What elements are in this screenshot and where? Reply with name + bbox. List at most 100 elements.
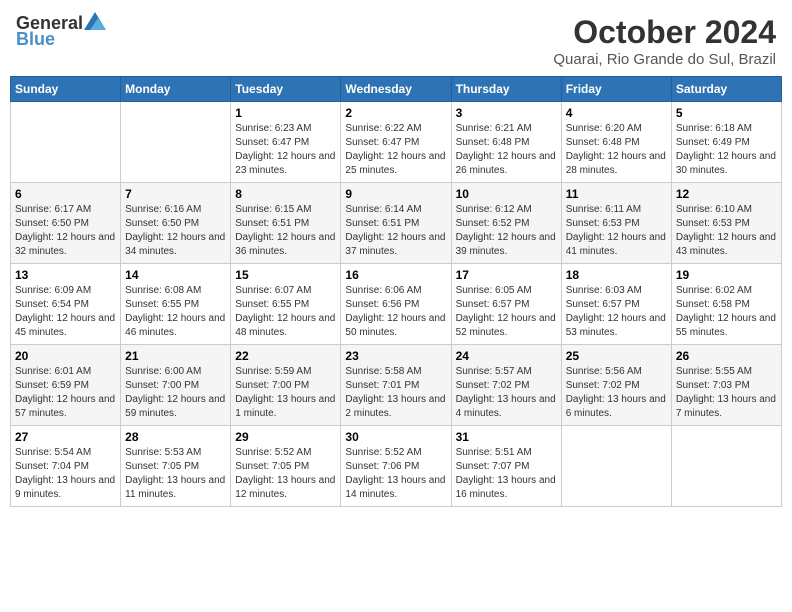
day-number: 13 (15, 268, 116, 282)
calendar-cell: 4Sunrise: 6:20 AMSunset: 6:48 PMDaylight… (561, 102, 671, 183)
cell-info: Daylight: 12 hours and 36 minutes. (235, 231, 336, 259)
cell-info: Sunrise: 6:00 AM (125, 365, 226, 379)
calendar-week-1: 1Sunrise: 6:23 AMSunset: 6:47 PMDaylight… (11, 102, 782, 183)
calendar-table: SundayMondayTuesdayWednesdayThursdayFrid… (10, 76, 782, 507)
cell-info: Sunset: 7:00 PM (125, 379, 226, 393)
cell-info: Daylight: 12 hours and 30 minutes. (676, 150, 777, 178)
calendar-cell: 27Sunrise: 5:54 AMSunset: 7:04 PMDayligh… (11, 426, 121, 507)
day-number: 26 (676, 349, 777, 363)
calendar-week-3: 13Sunrise: 6:09 AMSunset: 6:54 PMDayligh… (11, 264, 782, 345)
cell-info: Daylight: 13 hours and 1 minute. (235, 393, 336, 421)
day-number: 25 (566, 349, 667, 363)
cell-info: Daylight: 12 hours and 45 minutes. (15, 312, 116, 340)
page-header: General Blue October 2024 Quarai, Rio Gr… (10, 10, 782, 72)
cell-info: Sunset: 6:53 PM (676, 217, 777, 231)
cell-info: Sunrise: 6:23 AM (235, 122, 336, 136)
calendar-cell: 5 Sunrise: 6:18 AMSunset: 6:49 PMDaylight… (671, 102, 781, 183)
cell-info: Sunset: 6:49 PM (676, 136, 777, 150)
month-title: October 2024 (553, 14, 776, 51)
day-number: 20 (15, 349, 116, 363)
calendar-cell (561, 426, 671, 507)
header-saturday: Saturday (671, 77, 781, 102)
cell-info: Sunset: 6:57 PM (456, 298, 557, 312)
calendar-cell: 8Sunrise: 6:15 AMSunset: 6:51 PMDaylight… (231, 183, 341, 264)
cell-info: Sunset: 6:59 PM (15, 379, 116, 393)
cell-info: Sunset: 7:01 PM (345, 379, 446, 393)
day-number: 9 (345, 187, 446, 201)
day-number: 16 (345, 268, 446, 282)
cell-info: Sunset: 6:50 PM (15, 217, 116, 231)
cell-info: Daylight: 13 hours and 14 minutes. (345, 474, 446, 502)
cell-info: Daylight: 13 hours and 9 minutes. (15, 474, 116, 502)
calendar-cell: 18Sunrise: 6:03 AMSunset: 6:57 PMDayligh… (561, 264, 671, 345)
day-number: 17 (456, 268, 557, 282)
day-number: 23 (345, 349, 446, 363)
cell-info: Daylight: 12 hours and 50 minutes. (345, 312, 446, 340)
day-number: 6 (15, 187, 116, 201)
cell-info: Daylight: 12 hours and 32 minutes. (15, 231, 116, 259)
calendar-cell: 12Sunrise: 6:10 AMSunset: 6:53 PMDayligh… (671, 183, 781, 264)
cell-info: Sunrise: 6:20 AM (566, 122, 667, 136)
cell-info: Daylight: 12 hours and 46 minutes. (125, 312, 226, 340)
cell-info: Sunset: 6:52 PM (456, 217, 557, 231)
cell-info: Sunset: 6:55 PM (235, 298, 336, 312)
cell-info: Sunset: 6:47 PM (345, 136, 446, 150)
calendar-cell: 20Sunrise: 6:01 AMSunset: 6:59 PMDayligh… (11, 345, 121, 426)
day-number: 14 (125, 268, 226, 282)
cell-info: Daylight: 12 hours and 39 minutes. (456, 231, 557, 259)
cell-info: Sunrise: 6:14 AM (345, 203, 446, 217)
day-number: 19 (676, 268, 777, 282)
cell-info: Daylight: 13 hours and 4 minutes. (456, 393, 557, 421)
calendar-cell: 11Sunrise: 6:11 AMSunset: 6:53 PMDayligh… (561, 183, 671, 264)
calendar-week-4: 20 Sunrise: 6:01 AMSunset: 6:59 PM Dayligh… (11, 345, 782, 426)
cell-info: Sunrise: 6:05 AM (456, 284, 557, 298)
cell-info: Sunrise: 6:08 AM (125, 284, 226, 298)
calendar-cell: 29Sunrise: 5:52 AMSunset: 7:05 PMDayligh… (231, 426, 341, 507)
header-friday: Friday (561, 77, 671, 102)
calendar-cell: 6Sunrise: 6:17 AMSunset: 6:50 PMDaylight… (11, 183, 121, 264)
cell-info: Daylight: 13 hours and 11 minutes. (125, 474, 226, 502)
day-number: 27 (15, 430, 116, 444)
cell-info: Sunset: 7:05 PM (235, 460, 336, 474)
calendar-cell: 30Sunrise: 5:52 AMSunset: 7:06 PMDayligh… (341, 426, 451, 507)
day-number: 5 (676, 106, 777, 120)
cell-info: Daylight: 12 hours and 43 minutes. (676, 231, 777, 259)
cell-info: Daylight: 12 hours and 37 minutes. (345, 231, 446, 259)
cell-info: Sunset: 6:56 PM (345, 298, 446, 312)
calendar-cell (671, 426, 781, 507)
cell-info: Sunrise: 6:21 AM (456, 122, 557, 136)
cell-info: Daylight: 12 hours and 52 minutes. (456, 312, 557, 340)
cell-info: Sunset: 7:04 PM (15, 460, 116, 474)
day-number: 10 (456, 187, 557, 201)
cell-info: Daylight: 12 hours and 26 minutes. (456, 150, 557, 178)
calendar-cell: 28Sunrise: 5:53 AMSunset: 7:05 PMDayligh… (121, 426, 231, 507)
cell-info: Sunset: 6:54 PM (15, 298, 116, 312)
cell-info: Sunrise: 6:22 AM (345, 122, 446, 136)
cell-info: Sunset: 6:57 PM (566, 298, 667, 312)
cell-info: Daylight: 12 hours and 41 minutes. (566, 231, 667, 259)
cell-info: Sunrise: 6:12 AM (456, 203, 557, 217)
cell-info: Sunset: 7:02 PM (566, 379, 667, 393)
cell-info: Sunrise: 6:15 AM (235, 203, 336, 217)
calendar-cell: 22Sunrise: 5:59 AMSunset: 7:00 PMDayligh… (231, 345, 341, 426)
cell-info: Daylight: 13 hours and 6 minutes. (566, 393, 667, 421)
day-number: 12 (676, 187, 777, 201)
calendar-cell: 3Sunrise: 6:21 AMSunset: 6:48 PMDaylight… (451, 102, 561, 183)
cell-info: Sunrise: 6:01 AM (15, 365, 116, 379)
cell-info: Daylight: 12 hours and 55 minutes. (676, 312, 777, 340)
cell-info: Sunset: 6:55 PM (125, 298, 226, 312)
cell-info: Sunrise: 6:18 AM (676, 122, 777, 136)
calendar-cell: 21Sunrise: 6:00 AMSunset: 7:00 PMDayligh… (121, 345, 231, 426)
day-number: 21 (125, 349, 226, 363)
logo: General Blue (16, 14, 106, 50)
cell-info: Sunrise: 5:59 AM (235, 365, 336, 379)
calendar-cell: 13Sunrise: 6:09 AMSunset: 6:54 PMDayligh… (11, 264, 121, 345)
calendar-header-row: SundayMondayTuesdayWednesdayThursdayFrid… (11, 77, 782, 102)
location: Quarai, Rio Grande do Sul, Brazil (553, 51, 776, 68)
cell-info: Daylight: 12 hours and 25 minutes. (345, 150, 446, 178)
calendar-cell: 19Sunrise: 6:02 AMSunset: 6:58 PMDayligh… (671, 264, 781, 345)
cell-info: Daylight: 12 hours and 23 minutes. (235, 150, 336, 178)
calendar-week-2: 6Sunrise: 6:17 AMSunset: 6:50 PMDaylight… (11, 183, 782, 264)
calendar-cell: 31Sunrise: 5:51 AMSunset: 7:07 PMDayligh… (451, 426, 561, 507)
cell-info: Sunset: 6:51 PM (235, 217, 336, 231)
